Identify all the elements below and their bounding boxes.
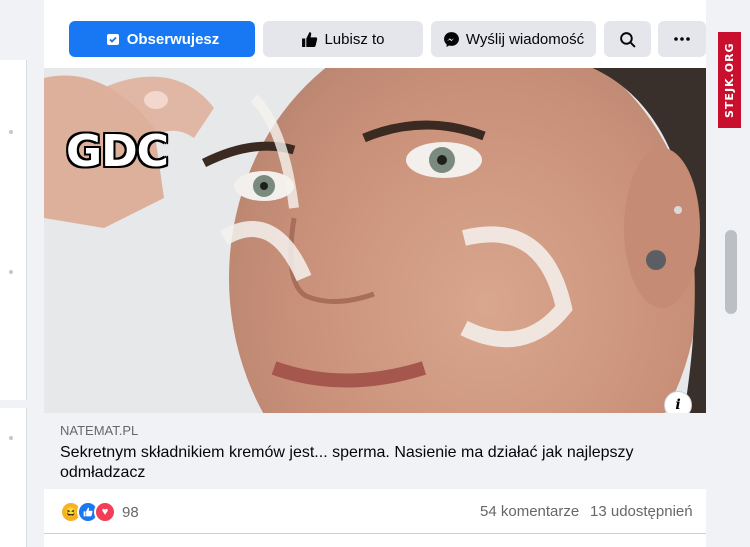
send-message-button[interactable]: Wyślij wiadomość bbox=[431, 21, 596, 57]
send-message-label: Wyślij wiadomość bbox=[465, 30, 585, 48]
thumbs-up-icon bbox=[302, 31, 318, 47]
love-reaction-icon: ♥ bbox=[94, 501, 116, 523]
page-action-bar: Obserwujesz Lubisz to Wyślij wiadomość bbox=[44, 0, 706, 62]
info-icon[interactable]: i bbox=[664, 391, 692, 413]
like-page-button[interactable]: Lubisz to bbox=[263, 21, 423, 57]
following-icon bbox=[106, 34, 119, 45]
watermark: STEJK.ORG bbox=[718, 32, 741, 128]
like-page-label: Lubisz to bbox=[324, 30, 385, 48]
reactions-summary[interactable]: 😆 ♥ 98 bbox=[60, 501, 139, 523]
scrollbar-thumb[interactable] bbox=[725, 230, 737, 314]
link-preview[interactable]: NATEMAT.PL Sekretnym składnikiem kremów … bbox=[44, 413, 706, 489]
divider-dot bbox=[9, 270, 13, 274]
messenger-icon bbox=[443, 31, 459, 47]
follow-button-label: Obserwujesz bbox=[126, 30, 220, 48]
shares-count-link[interactable]: 13 udostępnień bbox=[590, 503, 693, 520]
link-title[interactable]: Sekretnym składnikiem kremów jest... spe… bbox=[60, 443, 680, 483]
search-button[interactable] bbox=[604, 21, 651, 57]
link-preview-image[interactable]: GDC i bbox=[44, 68, 706, 413]
left-panel-strip-lower bbox=[0, 408, 27, 547]
divider-dot bbox=[9, 436, 13, 440]
follow-button[interactable]: Obserwujesz bbox=[69, 21, 255, 57]
post-card: GDC i NATEMAT.PL Sekretnym składnikiem k… bbox=[44, 62, 706, 547]
overlay-text: GDC bbox=[66, 126, 169, 177]
post-stats-bar: 😆 ♥ 98 54 komentarze 13 udostępnień bbox=[44, 489, 706, 534]
link-domain: NATEMAT.PL bbox=[60, 423, 139, 438]
face-illustration bbox=[44, 68, 706, 413]
divider-dot bbox=[9, 130, 13, 134]
reaction-count: 98 bbox=[122, 503, 139, 521]
search-icon bbox=[620, 31, 636, 48]
more-options-button[interactable] bbox=[658, 21, 706, 57]
more-icon bbox=[674, 37, 690, 41]
left-panel-strip bbox=[0, 60, 27, 400]
comments-count-link[interactable]: 54 komentarze bbox=[480, 503, 579, 520]
